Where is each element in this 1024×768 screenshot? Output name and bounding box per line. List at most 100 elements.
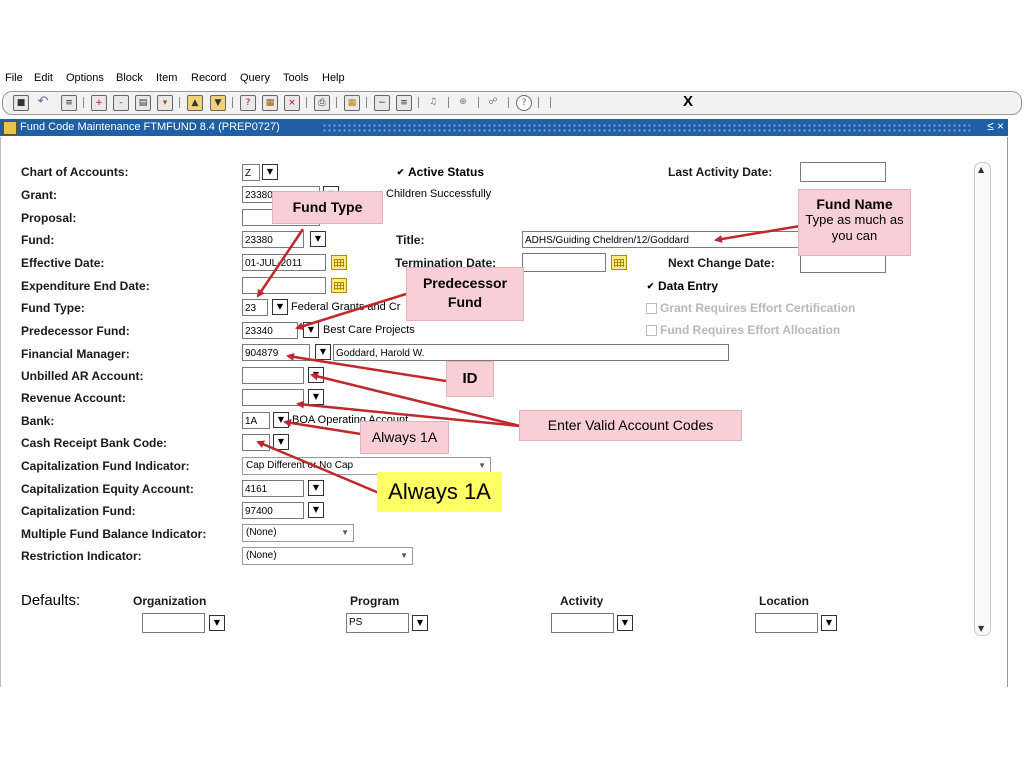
menu-item[interactable]: Item <box>156 72 177 84</box>
insert-record-icon[interactable]: + <box>91 95 107 111</box>
defaults-location-field[interactable] <box>755 613 818 633</box>
exit-button[interactable]: X <box>683 93 693 110</box>
defaults-activity-field[interactable] <box>551 613 614 633</box>
menu-tools[interactable]: Tools <box>283 72 309 84</box>
scroll-up-icon[interactable]: ▲ <box>978 165 984 174</box>
print-icon[interactable]: ⎙ <box>314 95 330 111</box>
defaults-program-field[interactable]: PS <box>346 613 409 633</box>
speaker-icon[interactable]: ♫ <box>426 95 440 109</box>
label-cap-equity-account: Capitalization Equity Account: <box>21 482 194 496</box>
vertical-scrollbar[interactable]: ▲ ▼ <box>974 162 991 636</box>
financial-manager-id-field[interactable]: 904879 <box>242 344 310 361</box>
cash-receipt-lov-button[interactable]: ▼ <box>273 434 289 450</box>
expenditure-end-calendar-icon[interactable] <box>331 278 347 293</box>
previous-block-icon[interactable]: ▲ <box>187 95 203 111</box>
restriction-indicator-value: (None) <box>246 550 277 561</box>
last-activity-date-field[interactable] <box>800 162 886 182</box>
titlebar-pattern <box>322 123 972 132</box>
revenue-account-field[interactable] <box>242 389 304 406</box>
callout-fund-name-title: Fund Name <box>816 196 893 212</box>
menu-bar: File Edit Options Block Item Record Quer… <box>0 70 1024 88</box>
fund-lov-button[interactable]: ▼ <box>310 231 326 247</box>
extract-icon[interactable]: ≡ <box>396 95 412 111</box>
defaults-organization-lov-button[interactable]: ▼ <box>209 615 225 631</box>
save-icon[interactable]: ■ <box>13 95 29 111</box>
fund-type-field[interactable]: 23 <box>242 299 268 316</box>
help-icon[interactable]: ? <box>516 95 532 111</box>
fund-effort-allocation-checkbox[interactable]: Fund Requires Effort Allocation <box>646 323 840 337</box>
grant-effort-certification-checkbox[interactable]: Grant Requires Effort Certification <box>646 301 855 315</box>
execute-query-icon[interactable]: ▦ <box>262 95 278 111</box>
menu-help[interactable]: Help <box>322 72 345 84</box>
bank-field[interactable]: 1A <box>242 412 270 429</box>
unbilled-ar-lov-button[interactable]: ▼ <box>308 367 324 383</box>
label-last-activity-date: Last Activity Date: <box>668 165 773 179</box>
cap-equity-account-field[interactable]: 4161 <box>242 480 304 497</box>
label-chart: Chart of Accounts: <box>21 165 129 179</box>
cap-fund-field[interactable]: 97400 <box>242 502 304 519</box>
next-change-date-field[interactable] <box>800 253 886 273</box>
cash-receipt-bank-field[interactable] <box>242 434 270 451</box>
remove-record-icon[interactable]: - <box>113 95 129 111</box>
predecessor-fund-field[interactable]: 23340 <box>242 322 298 339</box>
label-predecessor-fund: Predecessor Fund: <box>21 324 130 338</box>
label-next-change-date: Next Change Date: <box>668 256 775 270</box>
rollback-icon[interactable]: ↶ <box>36 95 50 109</box>
multiple-fund-balance-value: (None) <box>246 527 277 538</box>
defaults-organization-field[interactable] <box>142 613 205 633</box>
defaults-location-lov-button[interactable]: ▼ <box>821 615 837 631</box>
fund-type-lov-button[interactable]: ▼ <box>272 299 288 315</box>
revenue-lov-button[interactable]: ▼ <box>308 389 324 405</box>
effective-date-calendar-icon[interactable] <box>331 255 347 270</box>
restriction-indicator-select[interactable]: (None) ▼ <box>242 547 413 565</box>
menu-query[interactable]: Query <box>240 72 270 84</box>
callout-account-codes: Enter Valid Account Codes <box>519 410 742 441</box>
multiple-fund-balance-select[interactable]: (None) ▼ <box>242 524 354 542</box>
window-controls[interactable]: ≤ × <box>987 119 1004 133</box>
defaults-program-label: Program <box>350 594 400 608</box>
attachment-icon[interactable]: − <box>374 95 390 111</box>
active-status-label: Active Status <box>408 165 485 179</box>
cancel-query-icon[interactable]: × <box>284 95 300 111</box>
data-entry-checkbox[interactable]: ✔ Data Entry <box>646 279 718 293</box>
window-titlebar: Fund Code Maintenance FTMFUND 8.4 (PREP0… <box>0 119 1008 136</box>
termination-date-field[interactable] <box>522 253 606 272</box>
termination-date-calendar-icon[interactable] <box>611 255 627 270</box>
cap-fund-lov-button[interactable]: ▼ <box>308 502 324 518</box>
clear-form-icon[interactable]: ▾ <box>157 95 173 111</box>
scroll-down-icon[interactable]: ▼ <box>978 624 984 633</box>
menu-file[interactable]: File <box>5 72 23 84</box>
menu-block[interactable]: Block <box>116 72 143 84</box>
label-cap-fund-indicator: Capitalization Fund Indicator: <box>21 459 190 473</box>
next-block-icon[interactable]: ▼ <box>210 95 226 111</box>
calendar-icon[interactable]: ▦ <box>344 95 360 111</box>
financial-manager-name-field[interactable]: Goddard, Harold W. <box>333 344 729 361</box>
target-icon[interactable]: ⊕ <box>456 95 470 109</box>
effective-date-field[interactable]: 01-JUL-2011 <box>242 254 326 271</box>
enter-query-icon[interactable]: ? <box>240 95 256 111</box>
callout-always-1a-big: Always 1A <box>377 472 502 512</box>
cap-fund-indicator-value: Cap Different or No Cap <box>246 460 354 471</box>
menu-edit[interactable]: Edit <box>34 72 53 84</box>
menu-options[interactable]: Options <box>66 72 104 84</box>
cap-equity-lov-button[interactable]: ▼ <box>308 480 324 496</box>
select-icon[interactable]: ≡ <box>61 95 77 111</box>
grant-description: Children Successfully <box>386 188 492 200</box>
predecessor-lov-button[interactable]: ▼ <box>303 322 319 338</box>
fund-field[interactable]: 23380 <box>242 231 304 248</box>
chart-field[interactable]: Z <box>242 164 260 181</box>
menu-record[interactable]: Record <box>191 72 226 84</box>
unbilled-ar-field[interactable] <box>242 367 304 384</box>
callout-fund-name: Fund Name Type as much as you can <box>798 189 911 256</box>
active-status-checkbox[interactable]: ✔ Active Status <box>396 165 484 179</box>
workflow-icon[interactable]: ☍ <box>486 95 500 109</box>
bank-lov-button[interactable]: ▼ <box>273 412 289 428</box>
clear-record-icon[interactable]: ▤ <box>135 95 151 111</box>
financial-manager-lov-button[interactable]: ▼ <box>315 344 331 360</box>
callout-fund-type: Fund Type <box>272 191 383 224</box>
expenditure-end-date-field[interactable] <box>242 277 326 294</box>
title-field[interactable]: ADHS/Guiding Cheldren/12/Goddard <box>522 231 799 248</box>
defaults-program-lov-button[interactable]: ▼ <box>412 615 428 631</box>
defaults-activity-lov-button[interactable]: ▼ <box>617 615 633 631</box>
chart-lov-button[interactable]: ▼ <box>262 164 278 180</box>
